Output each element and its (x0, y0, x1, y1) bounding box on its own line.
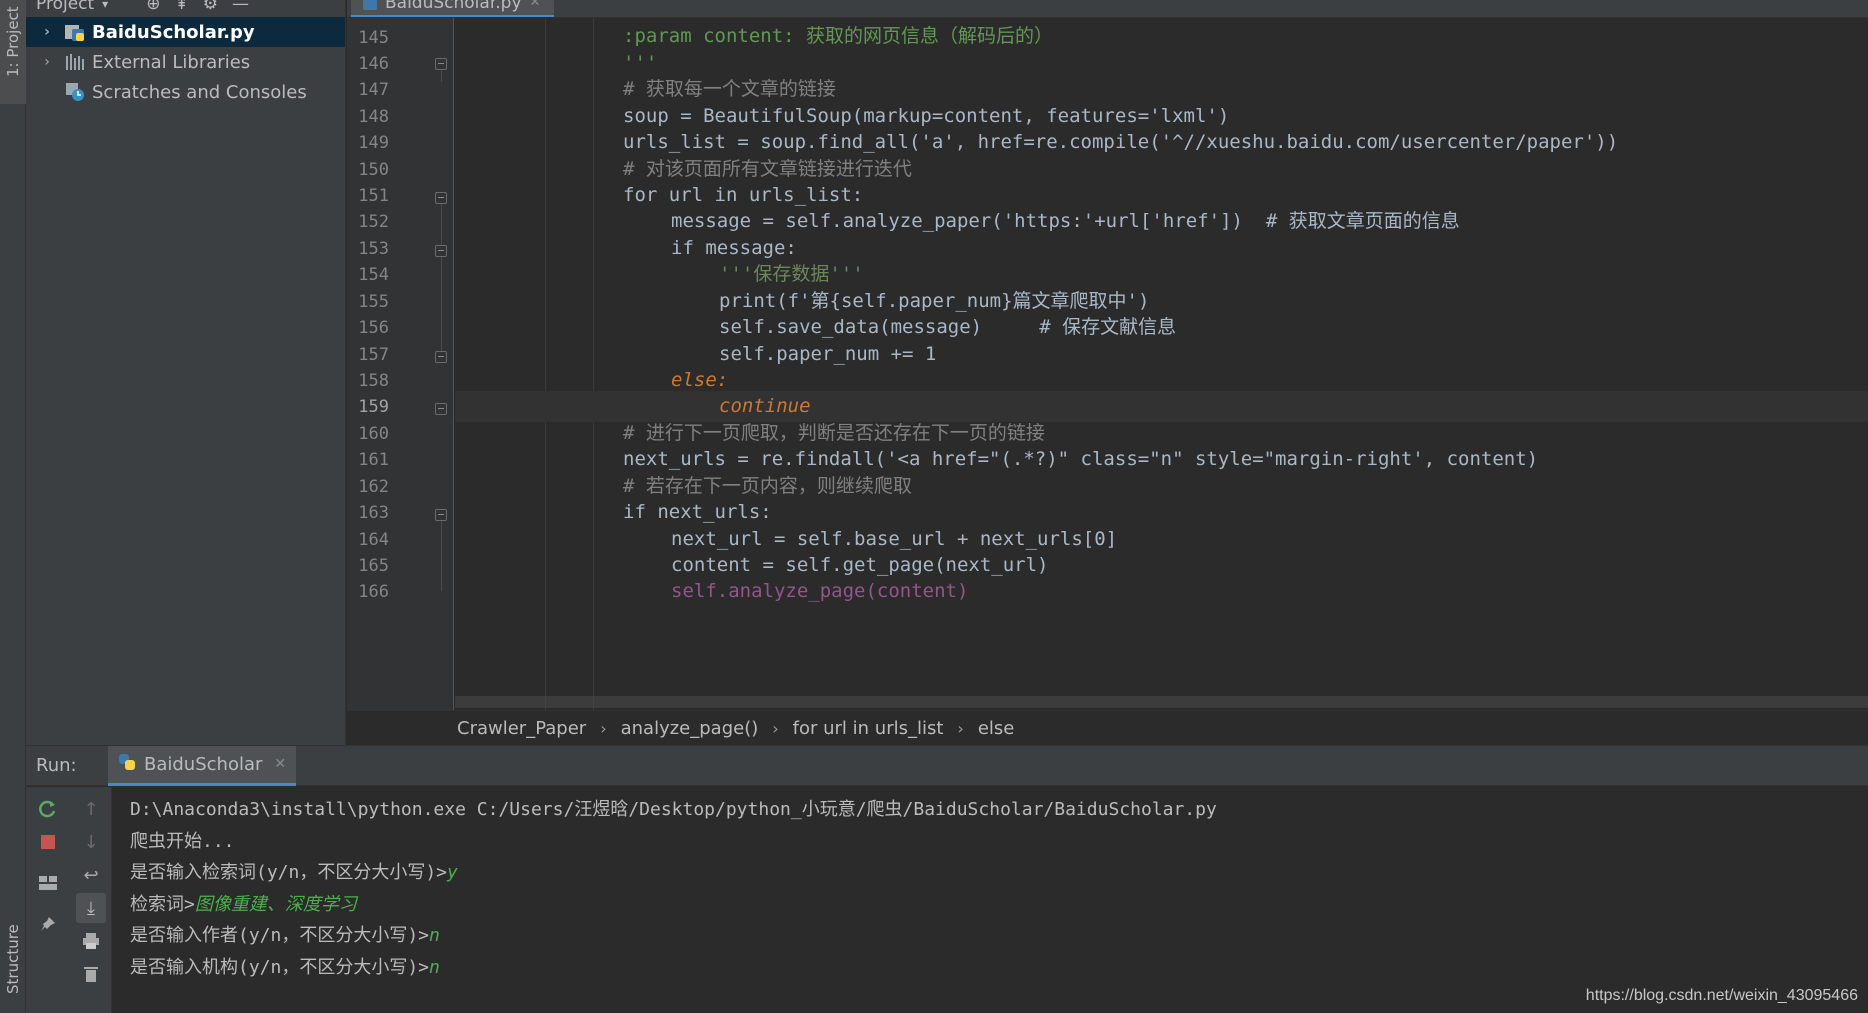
line-number: 155 (358, 292, 389, 312)
gear-icon[interactable]: ⚙ (203, 0, 218, 14)
fold-marker-icon[interactable] (435, 403, 447, 415)
libraries-icon (64, 52, 86, 72)
console-line: 是否输入作者(y/n，不区分大小写)>n (130, 925, 440, 946)
line-number: 166 (358, 582, 389, 602)
minimize-icon[interactable]: — (232, 0, 249, 14)
python-icon (118, 753, 136, 776)
line-number: 156 (358, 318, 389, 338)
tree-item-baiduscholar-py[interactable]: › BaiduScholar.py (26, 17, 345, 47)
project-panel: Project ▾ ⊕ ⇞ ⚙ — › BaiduScholar.py › Ex… (26, 0, 346, 745)
console-line: 检索词>图像重建、深度学习 (130, 893, 357, 915)
run-toolbar-secondary: ↑ ↓ ↩ ⤓ (70, 787, 112, 1013)
line-number: 160 (358, 424, 389, 444)
line-number: 152 (358, 212, 389, 232)
fold-marker-icon[interactable] (435, 58, 447, 70)
breadcrumb-item[interactable]: Crawler_Paper (457, 718, 586, 739)
run-toolbar-primary (26, 787, 70, 1013)
breadcrumb-item[interactable]: else (978, 718, 1015, 739)
rerun-icon[interactable] (36, 797, 60, 821)
arrow-down-icon[interactable]: ↓ (79, 830, 103, 854)
console-output[interactable]: D:\Anaconda3\install\python.exe C:/Users… (112, 787, 1868, 1013)
line-number: 164 (358, 530, 389, 550)
structure-tool-tab-label: Structure (4, 924, 22, 994)
editor-tab-bar: BaiduScholar.py ✕ (347, 0, 1868, 18)
fold-marker-icon[interactable] (435, 245, 447, 257)
pin-icon[interactable] (36, 912, 60, 936)
line-number: 146 (358, 54, 389, 74)
line-number: 161 (358, 450, 389, 470)
line-number: 159 (358, 397, 389, 417)
tree-item-external-libraries[interactable]: › External Libraries (26, 47, 345, 77)
project-panel-title[interactable]: Project (36, 0, 94, 14)
soft-wrap-icon[interactable]: ↩ (79, 863, 103, 887)
project-tool-tab-label: 1: Project (4, 6, 22, 77)
trash-icon[interactable] (79, 962, 103, 986)
chevron-right-icon: › (600, 718, 607, 738)
tree-item-label: BaiduScholar.py (92, 21, 255, 43)
python-file-icon (363, 0, 377, 10)
console-line: 是否输入机构(y/n，不区分大小写)>n (130, 956, 440, 978)
tree-item-label: External Libraries (92, 51, 251, 73)
scroll-to-end-icon[interactable]: ⤓ (76, 893, 106, 923)
project-tool-tab[interactable]: 1: Project (0, 0, 26, 104)
fold-marker-icon[interactable] (435, 351, 447, 363)
tree-item-scratches-and-consoles[interactable]: Scratches and Consoles (26, 77, 345, 107)
line-number: 153 (358, 239, 389, 259)
structure-tool-tab[interactable]: Structure (0, 905, 26, 1013)
line-number: 145 (358, 28, 389, 48)
line-number: 158 (358, 371, 389, 391)
line-number: 148 (358, 107, 389, 127)
chevron-right-icon[interactable]: › (38, 54, 56, 70)
line-number: 151 (358, 186, 389, 206)
run-panel: Run: BaiduScholar ✕ ↑ ↓ ↩ ⤓ D:\Anaconda3… (26, 745, 1868, 1013)
layout-icon[interactable] (36, 871, 60, 895)
line-number: 162 (358, 477, 389, 497)
line-number: 150 (358, 160, 389, 180)
print-icon[interactable] (79, 929, 103, 953)
close-icon[interactable]: ✕ (274, 756, 286, 772)
console-line: 爬虫开始... (130, 830, 235, 852)
run-tab-label: BaiduScholar (144, 753, 263, 775)
console-line: D:\Anaconda3\install\python.exe C:/Users… (130, 799, 1217, 820)
chevron-down-icon[interactable]: ▾ (102, 0, 108, 11)
code-area[interactable]: :param content: 获取的网页信息（解码后的） ''' # 获取每一… (455, 18, 1868, 710)
line-number: 154 (358, 265, 389, 285)
editor-tab-label: BaiduScholar.py (385, 0, 522, 13)
code-editor: BaiduScholar.py ✕ 145 146 147 148 149 15… (347, 0, 1868, 745)
line-number: 149 (358, 133, 389, 153)
watermark: https://blog.csdn.net/weixin_43095466 (1585, 987, 1858, 1004)
console-line: 是否输入检索词(y/n，不区分大小写)>y (130, 862, 458, 883)
fold-marker-icon[interactable] (435, 509, 447, 521)
run-label: Run: (36, 755, 77, 776)
line-number: 163 (358, 503, 389, 523)
chevron-right-icon: › (772, 718, 779, 738)
line-number: 165 (358, 556, 389, 576)
fold-marker-icon[interactable] (435, 192, 447, 204)
horizontal-scrollbar[interactable] (455, 696, 1868, 708)
editor-tab-baiduscholar[interactable]: BaiduScholar.py ✕ (351, 0, 555, 17)
run-panel-header: Run: BaiduScholar ✕ (26, 745, 1868, 786)
scratches-icon (64, 82, 86, 102)
locate-icon[interactable]: ⊕ (146, 0, 160, 14)
breadcrumb-item[interactable]: for url in urls_list (793, 718, 944, 739)
tree-item-label: Scratches and Consoles (92, 81, 307, 103)
close-icon[interactable]: ✕ (530, 0, 541, 10)
stop-icon[interactable] (36, 830, 60, 854)
python-file-icon (64, 22, 86, 42)
line-number: 157 (358, 345, 389, 365)
left-tool-stripe: 1: Project Structure (0, 0, 26, 1013)
breadcrumb-item[interactable]: analyze_page() (621, 718, 759, 739)
breadcrumb: Crawler_Paper › analyze_page() › for url… (347, 710, 1868, 745)
collapse-all-icon[interactable]: ⇞ (174, 0, 188, 14)
chevron-right-icon: › (957, 718, 964, 738)
chevron-right-icon[interactable]: › (38, 24, 56, 40)
line-number: 147 (358, 80, 389, 100)
run-tab-baiduscholar[interactable]: BaiduScholar ✕ (108, 745, 297, 786)
arrow-up-icon[interactable]: ↑ (79, 797, 103, 821)
code-line: self.analyze_page(content) (671, 580, 969, 602)
line-number-gutter[interactable]: 145 146 147 148 149 150 151 152 153 154 … (347, 18, 454, 710)
